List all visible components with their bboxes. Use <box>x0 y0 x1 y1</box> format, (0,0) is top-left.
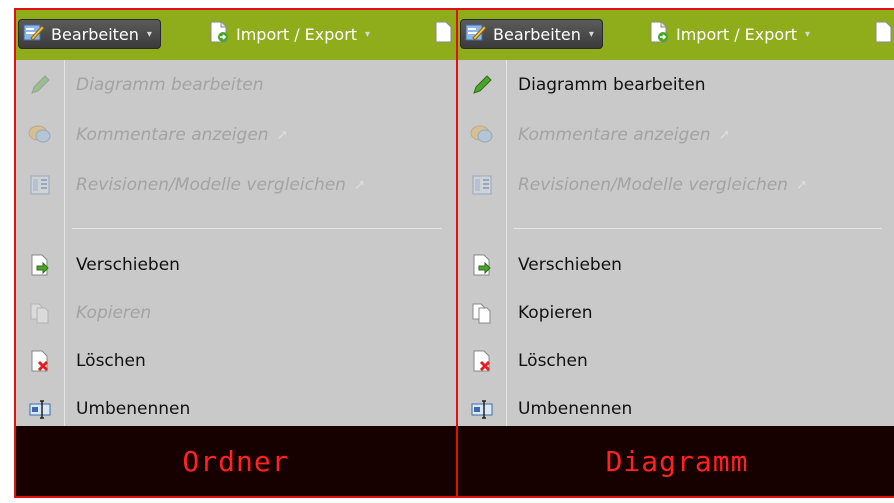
submenu-arrow-icon: ➚ <box>353 177 366 193</box>
menu-item-edit-diagram[interactable]: Diagramm bearbeiten <box>458 66 894 104</box>
toolbar: Bearbeiten ▾ Import / Export ▾ <box>16 10 456 60</box>
menu-separator <box>514 228 882 229</box>
menu-item-label: Revisionen/Modelle vergleichen <box>518 175 788 195</box>
menu-item-move[interactable]: Verschieben <box>458 246 894 284</box>
menu-item-label: Kommentare anzeigen <box>518 125 711 145</box>
menu-item-label: Löschen <box>518 351 588 371</box>
menu-item-label: Löschen <box>76 351 146 371</box>
menu-item-edit-diagram[interactable]: Diagramm bearbeiten <box>16 66 456 104</box>
rename-icon <box>458 398 506 420</box>
pencil-icon <box>458 74 506 96</box>
copy-icon <box>458 302 506 324</box>
menu-item-label: Kommentare anzeigen <box>76 125 269 145</box>
context-menu: Diagramm bearbeiten Kommentare anzeigen … <box>458 60 894 434</box>
import-export-icon <box>208 21 230 47</box>
menu-item-rename[interactable]: Umbenennen <box>16 390 456 428</box>
document-icon <box>434 21 454 47</box>
menu-item-label: Verschieben <box>76 255 180 275</box>
menu-item-rename[interactable]: Umbenennen <box>458 390 894 428</box>
submenu-arrow-icon: ➚ <box>795 177 808 193</box>
caption-folder: Ordner <box>182 444 290 478</box>
caption-bar: Ordner <box>16 426 456 496</box>
edit-menu-button[interactable]: Bearbeiten ▾ <box>460 19 603 49</box>
delete-document-icon <box>458 350 506 372</box>
move-document-icon <box>16 254 64 276</box>
pencil-icon <box>16 74 64 96</box>
chevron-down-icon: ▾ <box>588 28 594 40</box>
more-toolbar-button[interactable] <box>874 19 894 49</box>
rename-icon <box>16 398 64 420</box>
chevron-down-icon: ▾ <box>365 28 371 40</box>
menu-item-label: Revisionen/Modelle vergleichen <box>76 175 346 195</box>
submenu-arrow-icon: ➚ <box>718 127 731 143</box>
menu-item-label: Kopieren <box>518 303 593 323</box>
toolbar: Bearbeiten ▾ Import / Export ▾ <box>458 10 894 60</box>
import-export-button[interactable]: Import / Export ▾ <box>208 19 370 49</box>
chevron-down-icon: ▾ <box>146 28 152 40</box>
menu-item-copy[interactable]: Kopieren <box>16 294 456 332</box>
menu-item-label: Kopieren <box>76 303 152 323</box>
submenu-arrow-icon: ➚ <box>276 127 289 143</box>
edit-menu-button[interactable]: Bearbeiten ▾ <box>18 19 161 49</box>
import-export-button[interactable]: Import / Export ▾ <box>648 19 810 49</box>
menu-item-copy[interactable]: Kopieren <box>458 294 894 332</box>
caption-diagram: Diagramm <box>605 444 749 478</box>
edit-icon <box>23 22 45 46</box>
menu-item-label: Umbenennen <box>518 399 633 419</box>
compare-icon <box>16 174 64 196</box>
comment-icon <box>16 124 64 146</box>
menu-item-compare-revisions[interactable]: Revisionen/Modelle vergleichen ➚ <box>16 166 456 204</box>
menu-item-show-comments[interactable]: Kommentare anzeigen ➚ <box>16 116 456 154</box>
edit-icon <box>465 22 487 46</box>
comment-icon <box>458 124 506 146</box>
menu-item-label: Diagramm bearbeiten <box>518 75 706 95</box>
folder-menu-panel: Bearbeiten ▾ Import / Export ▾ Diagramm … <box>14 8 458 498</box>
caption-bar: Diagramm <box>458 426 894 496</box>
move-document-icon <box>458 254 506 276</box>
menu-item-delete[interactable]: Löschen <box>458 342 894 380</box>
menu-item-delete[interactable]: Löschen <box>16 342 456 380</box>
edit-menu-label: Bearbeiten <box>51 24 139 44</box>
menu-item-move[interactable]: Verschieben <box>16 246 456 284</box>
menu-item-compare-revisions[interactable]: Revisionen/Modelle vergleichen ➚ <box>458 166 894 204</box>
menu-item-label: Umbenennen <box>76 399 191 419</box>
import-export-label: Import / Export <box>676 24 798 44</box>
delete-document-icon <box>16 350 64 372</box>
copy-icon <box>16 302 64 324</box>
diagram-menu-panel: Bearbeiten ▾ Import / Export ▾ Diagramm … <box>456 8 894 498</box>
document-icon <box>874 21 894 47</box>
edit-menu-label: Bearbeiten <box>493 24 581 44</box>
menu-separator <box>72 228 442 229</box>
menu-item-label: Verschieben <box>518 255 622 275</box>
menu-item-show-comments[interactable]: Kommentare anzeigen ➚ <box>458 116 894 154</box>
menu-item-label: Diagramm bearbeiten <box>76 75 264 95</box>
import-export-icon <box>648 21 670 47</box>
compare-icon <box>458 174 506 196</box>
context-menu: Diagramm bearbeiten Kommentare anzeigen … <box>16 60 456 434</box>
chevron-down-icon: ▾ <box>805 28 811 40</box>
more-toolbar-button[interactable] <box>434 19 454 49</box>
import-export-label: Import / Export <box>236 24 358 44</box>
